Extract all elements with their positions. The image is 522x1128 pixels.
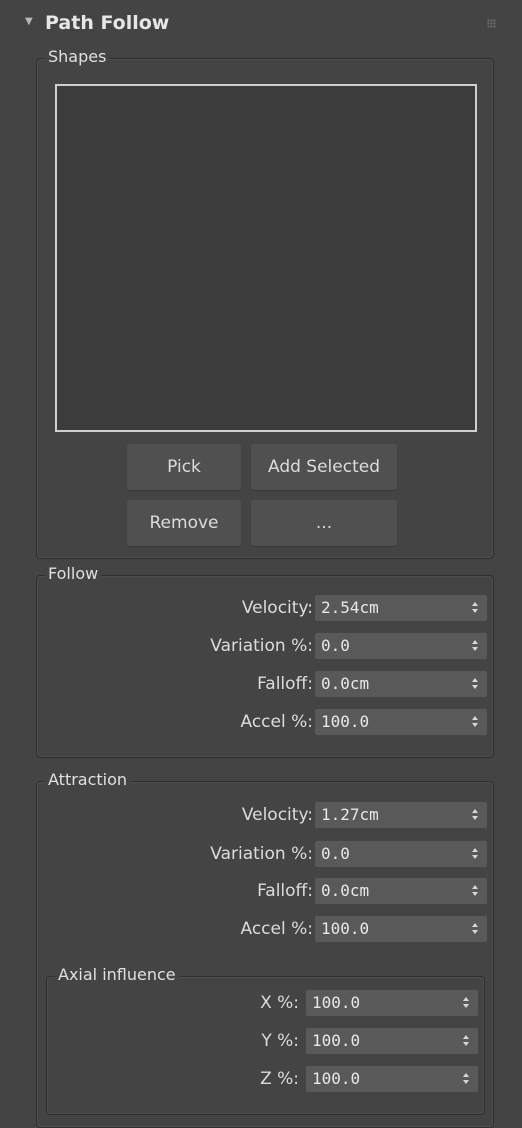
follow-velocity-value[interactable]: 2.54cm <box>321 598 379 617</box>
spinner-arrows-icon[interactable] <box>472 676 479 692</box>
spinner-arrows-icon[interactable] <box>472 638 479 654</box>
attraction-variation-spinner[interactable]: 0.0 <box>315 841 487 867</box>
follow-falloff-row: Falloff: 0.0cm <box>37 671 493 699</box>
attraction-variation-label: Variation %: <box>210 844 313 864</box>
attraction-falloff-value[interactable]: 0.0cm <box>321 881 369 900</box>
rollout-title: Path Follow <box>45 12 170 34</box>
attraction-falloff-label: Falloff: <box>257 881 313 901</box>
attraction-velocity-spinner[interactable]: 1.27cm <box>315 802 487 828</box>
spinner-arrows-icon[interactable] <box>472 714 479 730</box>
remove-button[interactable]: Remove <box>127 500 241 546</box>
attraction-velocity-label: Velocity: <box>241 805 313 825</box>
attraction-velocity-value[interactable]: 1.27cm <box>321 805 379 824</box>
follow-velocity-label: Velocity: <box>241 598 313 618</box>
grip-icon[interactable] <box>487 19 496 28</box>
follow-accel-label: Accel %: <box>240 712 314 732</box>
axial-influence-group-label: Axial influence <box>55 965 179 985</box>
axial-x-value[interactable]: 100.0 <box>312 993 360 1012</box>
attraction-accel-spinner[interactable]: 100.0 <box>315 916 487 942</box>
spinner-arrows-icon[interactable] <box>472 883 479 899</box>
axial-y-row: Y %: 100.0 <box>47 1028 484 1056</box>
add-selected-button[interactable]: Add Selected <box>251 444 397 490</box>
shapes-group: Shapes Pick Add Selected Remove ... <box>36 47 494 559</box>
collapse-arrow-icon[interactable]: ▼ <box>25 16 33 27</box>
axial-x-label: X %: <box>260 993 299 1013</box>
spinner-arrows-icon[interactable] <box>463 995 470 1011</box>
spinner-arrows-icon[interactable] <box>472 807 479 823</box>
follow-variation-value[interactable]: 0.0 <box>321 636 350 655</box>
spinner-arrows-icon[interactable] <box>472 600 479 616</box>
attraction-variation-row: Variation %: 0.0 <box>37 841 493 869</box>
shapes-group-label: Shapes <box>45 47 110 67</box>
more-button-label: ... <box>315 513 333 533</box>
axial-x-row: X %: 100.0 <box>47 990 484 1018</box>
attraction-falloff-row: Falloff: 0.0cm <box>37 878 493 906</box>
axial-z-value[interactable]: 100.0 <box>312 1069 360 1088</box>
follow-falloff-spinner[interactable]: 0.0cm <box>315 671 487 697</box>
attraction-accel-label: Accel %: <box>240 919 314 939</box>
rollout-header[interactable]: ▼ Path Follow <box>19 10 506 40</box>
attraction-velocity-row: Velocity: 1.27cm <box>37 802 493 830</box>
follow-falloff-value[interactable]: 0.0cm <box>321 674 369 693</box>
follow-accel-spinner[interactable]: 100.0 <box>315 709 487 735</box>
spinner-arrows-icon[interactable] <box>472 846 479 862</box>
attraction-falloff-spinner[interactable]: 0.0cm <box>315 878 487 904</box>
pick-button[interactable]: Pick <box>127 444 241 490</box>
follow-accel-row: Accel %: 100.0 <box>37 709 493 737</box>
remove-button-label: Remove <box>149 513 219 533</box>
attraction-accel-value[interactable]: 100.0 <box>321 919 369 938</box>
follow-velocity-spinner[interactable]: 2.54cm <box>315 595 487 621</box>
axial-y-label: Y %: <box>261 1031 299 1051</box>
path-follow-rollout: ▼ Path Follow Shapes Pick Add Selected R… <box>19 0 506 1128</box>
more-button[interactable]: ... <box>251 500 397 546</box>
axial-y-value[interactable]: 100.0 <box>312 1031 360 1050</box>
attraction-group-label: Attraction <box>45 770 131 790</box>
attraction-variation-value[interactable]: 0.0 <box>321 844 350 863</box>
follow-falloff-label: Falloff: <box>257 674 313 694</box>
spinner-arrows-icon[interactable] <box>463 1071 470 1087</box>
axial-z-spinner[interactable]: 100.0 <box>306 1066 478 1092</box>
follow-variation-row: Variation %: 0.0 <box>37 633 493 661</box>
axial-y-spinner[interactable]: 100.0 <box>306 1028 478 1054</box>
pick-button-label: Pick <box>167 457 201 477</box>
follow-variation-spinner[interactable]: 0.0 <box>315 633 487 659</box>
shapes-listbox[interactable] <box>55 84 477 432</box>
follow-group: Follow Velocity: 2.54cm Variation %: 0.0… <box>36 564 494 758</box>
axial-z-row: Z %: 100.0 <box>47 1066 484 1094</box>
axial-z-label: Z %: <box>260 1069 299 1089</box>
attraction-group: Attraction Velocity: 1.27cm Variation %:… <box>36 770 494 1128</box>
axial-influence-group: Axial influence X %: 100.0 Y %: 100.0 Z … <box>46 965 485 1115</box>
follow-accel-value[interactable]: 100.0 <box>321 712 369 731</box>
follow-velocity-row: Velocity: 2.54cm <box>37 595 493 623</box>
spinner-arrows-icon[interactable] <box>463 1033 470 1049</box>
axial-x-spinner[interactable]: 100.0 <box>306 990 478 1016</box>
add-selected-button-label: Add Selected <box>267 457 380 477</box>
spinner-arrows-icon[interactable] <box>472 921 479 937</box>
attraction-accel-row: Accel %: 100.0 <box>37 916 493 944</box>
follow-group-label: Follow <box>45 564 102 584</box>
follow-variation-label: Variation %: <box>210 636 313 656</box>
